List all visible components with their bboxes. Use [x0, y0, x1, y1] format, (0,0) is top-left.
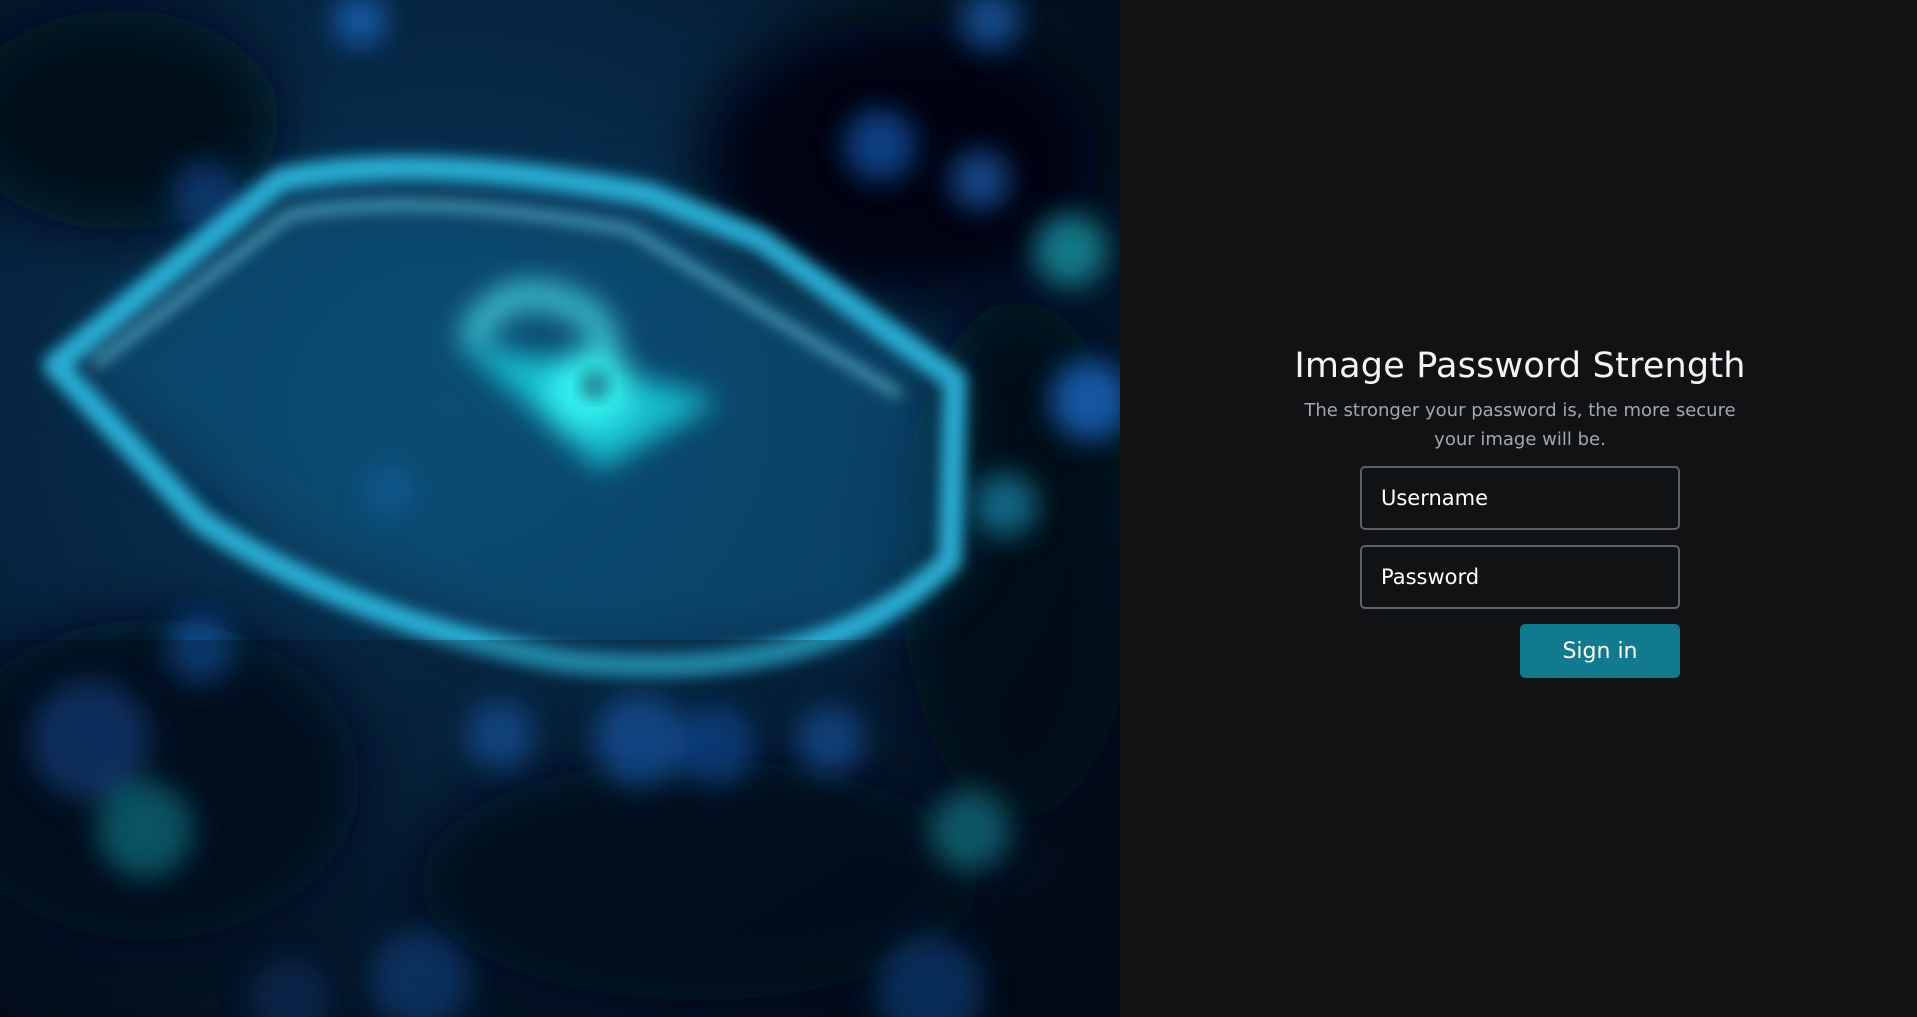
password-input[interactable]: [1360, 545, 1680, 609]
page-subtitle: The stronger your password is, the more …: [1304, 400, 1736, 450]
login-form: Sign in: [1360, 466, 1680, 678]
username-input[interactable]: [1360, 466, 1680, 530]
login-panel: Image Password Strength The stronger you…: [1120, 0, 1917, 1017]
sign-in-button[interactable]: Sign in: [1520, 624, 1680, 678]
login-form-container: Image Password Strength The stronger you…: [1280, 340, 1760, 678]
hero-image: [0, 0, 1120, 1017]
login-page: Image Password Strength The stronger you…: [0, 0, 1917, 1017]
shield-lock-icon: [0, 0, 1120, 1017]
page-title: Image Password Strength: [1294, 346, 1746, 386]
form-actions: Sign in: [1360, 624, 1680, 678]
